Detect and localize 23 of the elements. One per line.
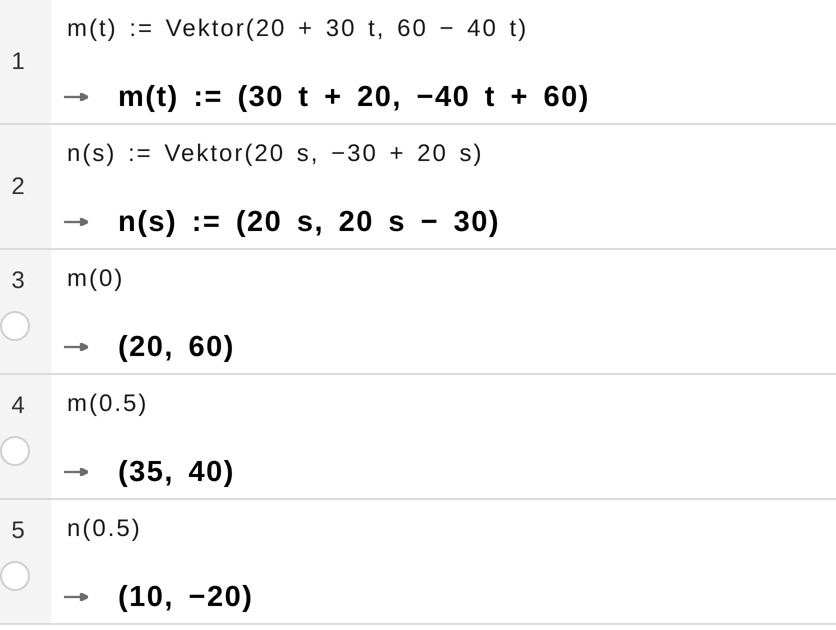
row-number: 1 — [10, 46, 26, 76]
arrow-icon — [64, 343, 88, 351]
arrow-icon — [64, 218, 88, 226]
row-number: 4 — [10, 391, 26, 421]
input-expression[interactable]: n(0.5) — [67, 514, 142, 544]
arrow-icon — [64, 593, 88, 601]
output-result: m(t) := (30 t + 20, −40 t + 60) — [118, 80, 590, 114]
output-result: (35, 40) — [118, 455, 235, 489]
row-number: 2 — [10, 172, 26, 202]
visibility-toggle[interactable] — [0, 311, 30, 341]
row-number: 5 — [10, 516, 26, 546]
visibility-toggle[interactable] — [0, 561, 30, 591]
output-result: (20, 60) — [118, 330, 235, 364]
input-expression[interactable]: m(0.5) — [67, 389, 148, 419]
output-result: (10, −20) — [118, 580, 254, 614]
input-expression[interactable]: m(t) := Vektor(20 + 30 t, 60 − 40 t) — [67, 14, 528, 44]
row-number: 3 — [10, 266, 26, 296]
visibility-toggle[interactable] — [0, 436, 30, 466]
input-expression[interactable]: m(0) — [67, 264, 124, 294]
arrow-icon — [64, 93, 88, 101]
arrow-icon — [64, 468, 88, 476]
output-result: n(s) := (20 s, 20 s − 30) — [118, 205, 500, 239]
input-expression[interactable]: n(s) := Vektor(20 s, −30 + 20 s) — [67, 139, 484, 169]
